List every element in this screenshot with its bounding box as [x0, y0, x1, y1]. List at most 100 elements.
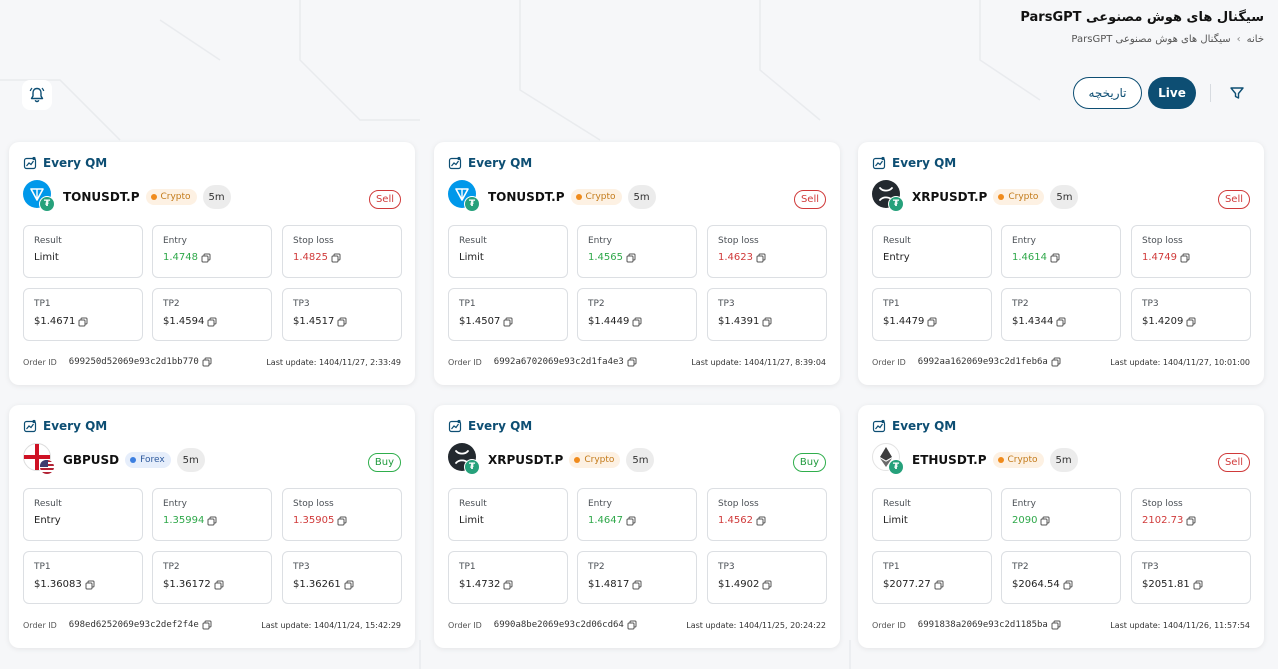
copy-icon[interactable]	[337, 516, 347, 526]
tp3-label: TP3	[718, 562, 735, 572]
result-label: Result	[883, 499, 911, 509]
copy-icon[interactable]	[344, 580, 354, 590]
copy-icon[interactable]	[632, 580, 642, 590]
copy-icon[interactable]	[626, 253, 636, 263]
signal-card[interactable]: Every QM GBPUSD Forex 5m Buy Result Entry Entry…	[9, 405, 415, 648]
copy-icon[interactable]	[207, 516, 217, 526]
copy-icon[interactable]	[1063, 580, 1073, 590]
copy-icon[interactable]	[202, 357, 212, 367]
copy-icon[interactable]	[331, 253, 341, 263]
copy-icon[interactable]	[202, 620, 212, 630]
strategy-chart-icon	[872, 419, 886, 433]
tp3-box: TP3 $1.4391	[707, 288, 827, 341]
tp2-value-row: $2064.54	[1012, 579, 1073, 590]
copy-icon[interactable]	[503, 317, 513, 327]
copy-icon[interactable]	[337, 317, 347, 327]
entry-value: 1.35994	[163, 515, 205, 526]
stop-loss-box: Stop loss 1.35905	[282, 488, 402, 541]
copy-icon[interactable]	[1051, 357, 1061, 367]
side-badge: Buy	[792, 453, 826, 472]
timeframe-badge: 5m	[1049, 448, 1078, 472]
copy-icon[interactable]	[762, 317, 772, 327]
symbol-row: ₮ XRPUSDT.P Crypto 5m	[872, 180, 1079, 212]
copy-icon[interactable]	[1051, 620, 1061, 630]
entry-label: Entry	[163, 499, 187, 509]
order-id-value: 6992a6702069e93c2d1fa4e3	[493, 357, 624, 367]
copy-icon[interactable]	[627, 620, 637, 630]
copy-icon[interactable]	[756, 516, 766, 526]
stop-loss-value-row: 1.4749	[1142, 252, 1190, 263]
filter-button[interactable]	[1226, 82, 1248, 104]
strategy-name: Every QM	[468, 419, 533, 433]
result-label: Result	[459, 236, 487, 246]
order-id-value: 698ed6252069e93c2def2f4e	[68, 620, 199, 630]
copy-icon[interactable]	[1186, 317, 1196, 327]
tp2-value: $1.4344	[1012, 316, 1054, 327]
copy-icon[interactable]	[214, 580, 224, 590]
signal-card[interactable]: Every QM ₮ ETHUSDT.P Crypto 5m Sell Result Limi…	[858, 405, 1264, 648]
copy-icon[interactable]	[78, 317, 88, 327]
history-button[interactable]: تاریخچه	[1073, 77, 1142, 109]
market-dot-icon	[998, 194, 1005, 200]
symbol-row: ₮ XRPUSDT.P Crypto 5m	[448, 443, 655, 475]
last-update: Last update: 1404/11/26, 11:57:54	[1110, 620, 1250, 630]
copy-icon[interactable]	[1180, 253, 1190, 263]
timeframe-badge: 5m	[202, 185, 231, 209]
stop-loss-label: Stop loss	[293, 499, 334, 509]
copy-icon[interactable]	[85, 580, 95, 590]
copy-icon[interactable]	[762, 580, 772, 590]
tp3-value: $1.4391	[718, 316, 760, 327]
entry-box: Entry 1.4748	[152, 225, 272, 278]
market-badge: Crypto	[570, 189, 622, 205]
result-value-row: Limit	[883, 515, 908, 526]
tp1-value-row: $1.36083	[34, 579, 95, 590]
stop-loss-value: 1.35905	[293, 515, 335, 526]
card-footer: Order ID 6992aa162069e93c2d1feb6a Last upd…	[872, 354, 1250, 370]
copy-icon[interactable]	[756, 253, 766, 263]
result-box: Result Limit	[872, 488, 992, 541]
strategy-chart-icon	[23, 156, 37, 170]
copy-icon[interactable]	[632, 317, 642, 327]
entry-label: Entry	[588, 236, 612, 246]
copy-icon[interactable]	[1050, 253, 1060, 263]
stop-loss-label: Stop loss	[718, 236, 759, 246]
tp2-box: TP2 $1.4344	[1001, 288, 1121, 341]
notification-bell-button[interactable]	[22, 80, 52, 110]
copy-icon[interactable]	[1186, 516, 1196, 526]
tp1-box: TP1 $2077.27	[872, 551, 992, 604]
tp3-box: TP3 $1.4209	[1131, 288, 1251, 341]
copy-icon[interactable]	[1040, 516, 1050, 526]
result-box: Result Entry	[23, 488, 143, 541]
copy-icon[interactable]	[627, 357, 637, 367]
entry-label: Entry	[1012, 236, 1036, 246]
stop-loss-value-row: 2102.73	[1142, 515, 1196, 526]
entry-label: Entry	[1012, 499, 1036, 509]
tp3-value-row: $2051.81	[1142, 579, 1203, 590]
stop-loss-value-row: 1.35905	[293, 515, 347, 526]
timeframe-badge: 5m	[1050, 185, 1079, 209]
tp2-value-row: $1.4344	[1012, 316, 1066, 327]
entry-value-row: 1.4647	[588, 515, 636, 526]
tp3-box: TP3 $1.36261	[282, 551, 402, 604]
symbol-row: ₮ TONUSDT.P Crypto 5m	[23, 180, 231, 212]
copy-icon[interactable]	[201, 253, 211, 263]
side-badge: Sell	[1217, 453, 1250, 472]
signal-card[interactable]: Every QM ₮ TONUSDT.P Crypto 5m Sell Result Limi…	[9, 142, 415, 385]
signal-card[interactable]: Every QM ₮ TONUSDT.P Crypto 5m Sell Result Limi…	[434, 142, 840, 385]
live-button[interactable]: Live	[1148, 77, 1196, 109]
copy-icon[interactable]	[207, 317, 217, 327]
breadcrumb-home[interactable]: خانه	[1247, 34, 1264, 45]
copy-icon[interactable]	[927, 317, 937, 327]
order-id-row: 699250d52069e93c2d1bb770	[69, 357, 212, 367]
copy-icon[interactable]	[934, 580, 944, 590]
breadcrumb-separator-icon: ›	[1236, 34, 1241, 45]
copy-icon[interactable]	[503, 580, 513, 590]
copy-icon[interactable]	[1056, 317, 1066, 327]
tp3-label: TP3	[293, 299, 310, 309]
signal-card[interactable]: Every QM ₮ XRPUSDT.P Crypto 5m Sell Result Entr…	[858, 142, 1264, 385]
tp3-box: TP3 $1.4902	[707, 551, 827, 604]
copy-icon[interactable]	[1193, 580, 1203, 590]
copy-icon[interactable]	[626, 516, 636, 526]
signal-card[interactable]: Every QM ₮ XRPUSDT.P Crypto 5m Buy Result Limit…	[434, 405, 840, 648]
order-id-label: Order ID	[872, 620, 906, 630]
